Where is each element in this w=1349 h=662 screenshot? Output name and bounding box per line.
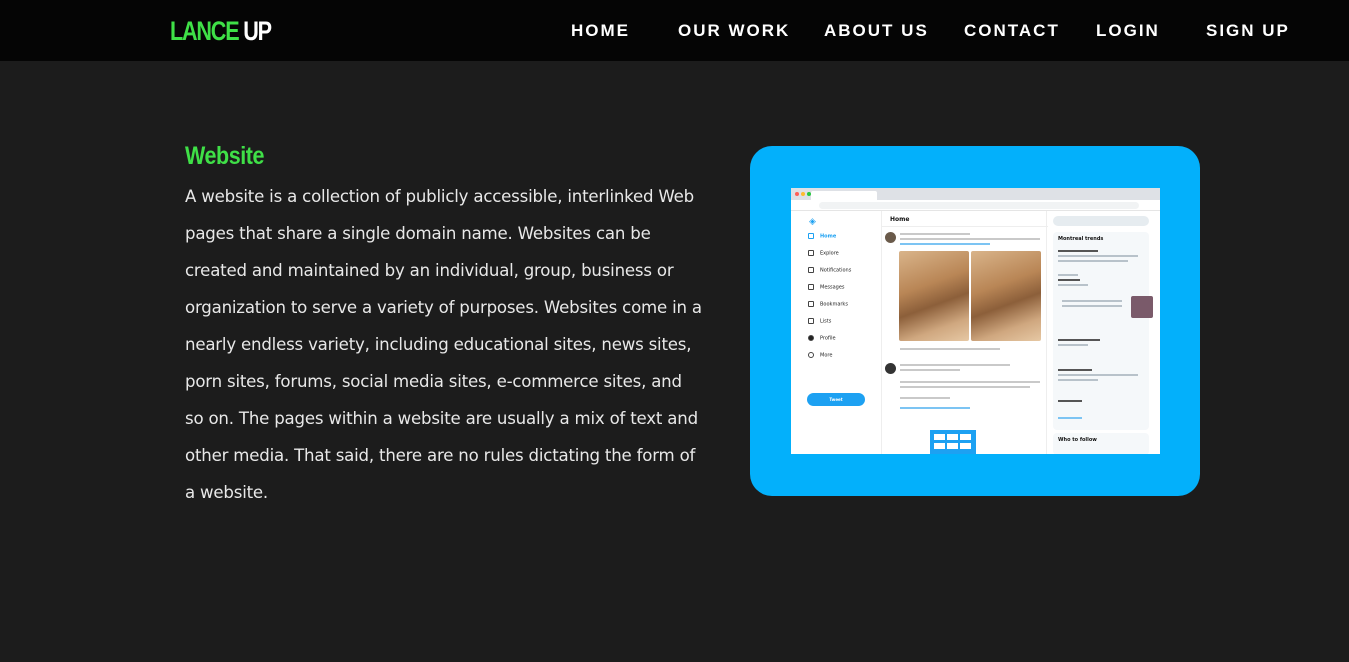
nav-link-login[interactable]: LOGIN bbox=[1096, 18, 1160, 44]
grid-cell bbox=[934, 434, 945, 440]
logo-part-up: UP bbox=[243, 16, 272, 46]
trend-line bbox=[1058, 260, 1128, 262]
top-navbar: LANCE UP HOME OUR WORK ABOUT US CONTACT … bbox=[0, 0, 1349, 61]
screenshot-nav-label: Home bbox=[820, 233, 837, 240]
hash-icon bbox=[808, 250, 814, 256]
screenshot-nav-label: Bookmarks bbox=[820, 301, 848, 308]
trend-line bbox=[1058, 250, 1098, 252]
screenshot-nav-explore: Explore bbox=[808, 250, 839, 257]
bell-icon bbox=[808, 267, 814, 273]
screenshot-sidebar: ◈ Home Explore Notifications Messages Bo… bbox=[791, 211, 881, 454]
nav-link-home[interactable]: HOME bbox=[571, 18, 630, 44]
home-icon bbox=[808, 233, 814, 239]
avatar bbox=[885, 363, 896, 374]
trend-line bbox=[1058, 417, 1082, 419]
screenshot-nav-label: Notifications bbox=[820, 267, 852, 274]
nav-link-about-us[interactable]: ABOUT US bbox=[824, 18, 929, 44]
grid-cell bbox=[934, 443, 945, 449]
trend-line bbox=[1058, 284, 1088, 286]
more-icon bbox=[808, 352, 814, 358]
bookmark-icon bbox=[808, 301, 814, 307]
screenshot-follow-panel: Who to follow bbox=[1053, 433, 1149, 454]
grid-cell bbox=[960, 434, 971, 440]
card-preview-image bbox=[930, 430, 976, 454]
profile-icon bbox=[808, 335, 814, 341]
text-line bbox=[900, 369, 960, 371]
bird-logo-icon: ◈ bbox=[809, 217, 816, 227]
trend-line bbox=[1062, 305, 1122, 307]
logo-part-lance: LANCE bbox=[170, 16, 240, 46]
text-line bbox=[900, 386, 1030, 388]
trend-line bbox=[1058, 379, 1098, 381]
website-preview-card: ◈ Home Explore Notifications Messages Bo… bbox=[750, 146, 1200, 496]
trend-line bbox=[1058, 274, 1078, 276]
screenshot-tweet-button: Tweet bbox=[807, 393, 865, 406]
screenshot-trends-title: Montreal trends bbox=[1058, 236, 1104, 242]
website-screenshot-image: ◈ Home Explore Notifications Messages Bo… bbox=[791, 188, 1160, 454]
screenshot-nav-label: Messages bbox=[820, 284, 845, 291]
screenshot-trends-panel: Montreal trends bbox=[1053, 232, 1153, 430]
screenshot-nav-label: More bbox=[820, 352, 833, 359]
trend-line bbox=[1058, 369, 1092, 371]
screenshot-nav-profile: Profile bbox=[808, 335, 836, 342]
trend-line bbox=[1058, 279, 1080, 281]
desert-photo-left bbox=[899, 251, 969, 341]
trend-line bbox=[1058, 339, 1100, 341]
screenshot-nav-messages: Messages bbox=[808, 284, 845, 291]
text-line bbox=[900, 233, 970, 235]
avatar bbox=[885, 232, 896, 243]
nav-link-sign-up[interactable]: SIGN UP bbox=[1206, 18, 1290, 44]
list-icon bbox=[808, 318, 814, 324]
screenshot-nav-label: Lists bbox=[820, 318, 832, 325]
screenshot-feed-title: Home bbox=[882, 211, 1048, 227]
screenshot-feed: Home bbox=[881, 211, 1048, 454]
browser-tab-bar bbox=[791, 188, 1160, 200]
tweet-actions-line bbox=[900, 348, 1000, 350]
grid-cell bbox=[947, 434, 958, 440]
screenshot-nav-bookmarks: Bookmarks bbox=[808, 301, 848, 308]
desert-photo-right bbox=[971, 251, 1041, 341]
text-line bbox=[900, 397, 950, 399]
trend-line bbox=[1058, 255, 1138, 257]
section-title: Website bbox=[185, 142, 265, 170]
text-line bbox=[900, 364, 1010, 366]
screenshot-follow-title: Who to follow bbox=[1058, 437, 1097, 443]
nav-link-contact[interactable]: CONTACT bbox=[964, 18, 1060, 44]
trend-line bbox=[1058, 374, 1138, 376]
screenshot-nav-label: Profile bbox=[820, 335, 836, 342]
screenshot-nav-label: Explore bbox=[820, 250, 839, 257]
nav-link-our-work[interactable]: OUR WORK bbox=[678, 18, 790, 44]
text-line bbox=[900, 381, 1040, 383]
close-dot-icon bbox=[795, 192, 799, 196]
screenshot-search-field bbox=[1053, 216, 1149, 226]
trend-thumbnail bbox=[1131, 296, 1153, 318]
browser-tab bbox=[811, 191, 877, 200]
section-description: A website is a collection of publicly ac… bbox=[185, 187, 702, 502]
trend-line bbox=[1058, 344, 1088, 346]
screenshot-right-column: Montreal trends Who to follow bbox=[1047, 211, 1160, 454]
screenshot-nav-home: Home bbox=[808, 233, 836, 240]
grid-cell bbox=[960, 443, 971, 449]
address-field bbox=[819, 202, 1139, 209]
text-line bbox=[900, 407, 970, 409]
mail-icon bbox=[808, 284, 814, 290]
grid-cell bbox=[947, 443, 958, 449]
screenshot-nav-more: More bbox=[808, 352, 832, 359]
trend-line bbox=[1062, 300, 1122, 302]
text-line bbox=[900, 238, 1040, 240]
minimize-dot-icon bbox=[801, 192, 805, 196]
screenshot-nav-lists: Lists bbox=[808, 318, 831, 325]
screenshot-nav-notifications: Notifications bbox=[808, 267, 851, 274]
logo[interactable]: LANCE UP bbox=[170, 14, 272, 48]
text-line bbox=[900, 243, 990, 245]
trend-line bbox=[1058, 400, 1082, 402]
